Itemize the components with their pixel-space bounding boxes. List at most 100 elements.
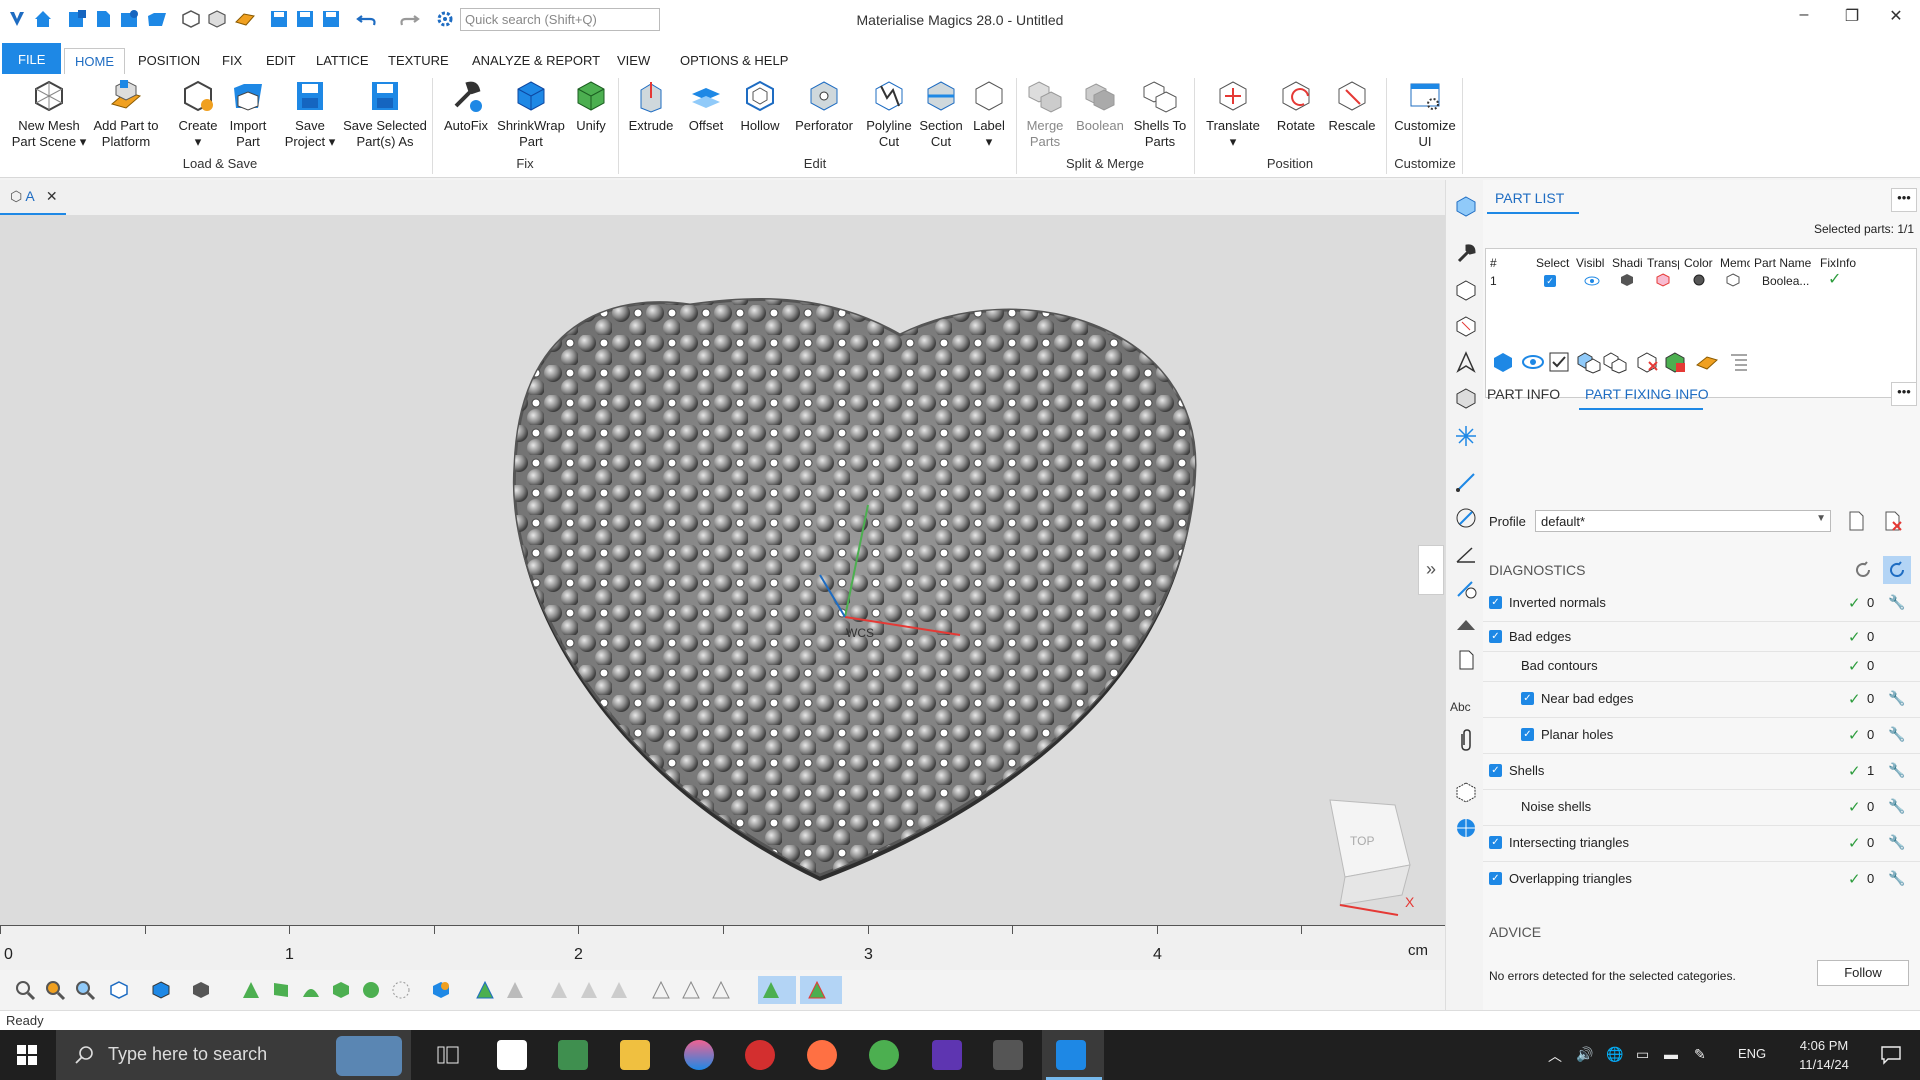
checkbox[interactable]: ✓ — [1489, 872, 1502, 885]
display-icon[interactable]: ▭ — [1636, 1046, 1649, 1063]
language-indicator[interactable]: ENG — [1738, 1046, 1766, 1061]
tab-file[interactable]: FILE — [2, 43, 62, 74]
zoom-icon[interactable] — [14, 979, 36, 1001]
close-button[interactable]: ✕ — [1876, 6, 1916, 26]
invert-marking-icon[interactable] — [608, 979, 630, 1001]
network-icon[interactable]: 🌐 — [1606, 1046, 1623, 1063]
fix-wrench-icon[interactable]: 🔧 — [1888, 834, 1905, 851]
plane-select-icon[interactable] — [270, 979, 292, 1001]
save-project-button[interactable]: Save Project ▾ — [280, 78, 340, 150]
heart-lattice-part[interactable]: WCS TOP X — [0, 215, 1445, 925]
fix-wrench-icon[interactable]: 🔧 — [1888, 870, 1905, 887]
taskbar-app-file-explorer[interactable] — [620, 1040, 650, 1070]
save-selected-parts-button[interactable]: Save Selected Part(s) As — [340, 78, 430, 150]
perspective-icon[interactable] — [150, 979, 172, 1001]
part-color-palette-icon[interactable] — [1663, 350, 1687, 374]
taskbar-app-chrome[interactable] — [869, 1040, 899, 1070]
windows-start-icon[interactable] — [16, 1044, 38, 1066]
section-cut-button[interactable]: Section Cut — [916, 78, 966, 150]
memo-icon[interactable] — [1726, 273, 1740, 287]
checkbox[interactable]: ✓ — [1489, 596, 1502, 609]
label-button[interactable]: Label ▾ — [966, 78, 1012, 150]
transparency-icon[interactable] — [1656, 273, 1670, 287]
profile-select[interactable]: default* ▼ — [1535, 510, 1831, 532]
tab-options-help[interactable]: OPTIONS & HELP — [670, 48, 798, 74]
extrude-button[interactable]: Extrude — [624, 78, 678, 134]
shells-to-parts-button[interactable]: Shells To Parts — [1130, 78, 1190, 150]
diag-row-near-bad-edges[interactable]: ✓ Near bad edges ✓ 0 🔧 — [1483, 682, 1920, 718]
document-tab-a[interactable]: ⬡ A ✕ — [10, 188, 58, 205]
notification-icon[interactable] — [1880, 1044, 1902, 1066]
unmark-icon[interactable] — [548, 979, 570, 1001]
measure-part-icon[interactable] — [1454, 314, 1478, 338]
table-row[interactable]: 1 ✓ Boolea... ✓ — [1486, 267, 1916, 288]
mark-plane-icon[interactable] — [504, 979, 526, 1001]
navigate-icon[interactable] — [1454, 350, 1478, 374]
tab-lattice[interactable]: LATTICE — [306, 48, 379, 74]
taskbar-app-m[interactable] — [993, 1040, 1023, 1070]
fix-wrench-icon[interactable]: 🔧 — [1888, 690, 1905, 707]
document-icon[interactable] — [1454, 648, 1478, 672]
diag-row-bad-edges[interactable]: ✓ Bad edges ✓ 0 — [1483, 622, 1920, 652]
measure-info-icon[interactable] — [1454, 576, 1478, 600]
visibility-toggle-icon[interactable] — [1521, 350, 1545, 374]
row-select-checkbox[interactable]: ✓ — [1544, 275, 1556, 287]
document-tab-close-button[interactable]: ✕ — [46, 188, 58, 204]
lattice-cube-icon[interactable] — [1454, 780, 1478, 804]
shading-cube-icon[interactable] — [1620, 273, 1634, 287]
autofix-button[interactable]: AutoFix — [440, 78, 492, 134]
tab-part-fixing-info[interactable]: PART FIXING INFO — [1585, 386, 1709, 402]
shell-select-icon[interactable] — [330, 979, 352, 1001]
view-orientation-icon[interactable] — [108, 979, 130, 1001]
diag-row-inverted-normals[interactable]: ✓ Inverted normals ✓ 0 🔧 — [1483, 586, 1920, 622]
part-list-more-button[interactable]: ••• — [1891, 188, 1917, 212]
part-info-icon[interactable] — [1454, 278, 1478, 302]
new-mesh-part-scene-button[interactable]: New Mesh Part Scene ▾ — [8, 78, 90, 150]
taskbar-app-inkscape[interactable] — [497, 1040, 527, 1070]
part-list-icon[interactable] — [1454, 194, 1478, 218]
boolean-button[interactable]: Boolean — [1074, 78, 1126, 134]
fix-wrench-icon[interactable]: 🔧 — [1888, 726, 1905, 743]
taskbar-search[interactable]: Type here to search — [56, 1030, 411, 1080]
merge-parts-button[interactable]: Merge Parts — [1020, 78, 1070, 150]
checkbox[interactable]: ✓ — [1489, 630, 1502, 643]
part-color-icon[interactable] — [430, 979, 452, 1001]
checkbox[interactable]: ✓ — [1521, 692, 1534, 705]
fix-wrench-icon[interactable]: 🔧 — [1888, 762, 1905, 779]
taskbar-app-calculator[interactable] — [558, 1040, 588, 1070]
tab-position[interactable]: POSITION — [128, 48, 210, 74]
checkbox[interactable]: ✓ — [1521, 728, 1534, 741]
measure-angle-icon[interactable] — [1454, 542, 1478, 566]
fix-wrench-icon[interactable]: 🔧 — [1888, 594, 1905, 611]
perforator-button[interactable]: Perforator — [788, 78, 860, 134]
task-view-icon[interactable] — [436, 1044, 460, 1066]
diag-row-overlapping-triangles[interactable]: ✓ Overlapping triangles ✓ 0 🔧 — [1483, 862, 1920, 898]
mark-by-icon[interactable] — [710, 979, 732, 1001]
sphere-select-icon[interactable] — [360, 979, 382, 1001]
save-profile-icon[interactable] — [1845, 510, 1867, 532]
add-part-to-platform-button[interactable]: Add Part to Platform — [88, 78, 164, 150]
checkbox[interactable]: ✓ — [1489, 764, 1502, 777]
battery-icon[interactable]: ▬ — [1664, 1046, 1678, 1062]
mark-triangle-icon[interactable] — [474, 979, 496, 1001]
import-part-button[interactable]: Import Part — [222, 78, 274, 150]
follow-button[interactable]: Follow — [1817, 960, 1909, 986]
diag-row-shells[interactable]: ✓ Shells ✓ 1 🔧 — [1483, 754, 1920, 790]
taskbar-app-firefox[interactable] — [807, 1040, 837, 1070]
rescale-button[interactable]: Rescale — [1324, 78, 1380, 134]
list-settings-icon[interactable] — [1727, 350, 1751, 374]
refresh-icon[interactable] — [1853, 560, 1873, 580]
group-parts-icon[interactable] — [1577, 350, 1601, 374]
pen-icon[interactable]: ✎ — [1694, 1046, 1706, 1063]
polyline-cut-button[interactable]: Polyline Cut — [862, 78, 916, 150]
color-swatch-icon[interactable] — [1692, 273, 1706, 287]
auto-update-toggle[interactable] — [1883, 556, 1911, 584]
expand-marking-icon[interactable] — [650, 979, 672, 1001]
select-all-icon[interactable] — [1547, 350, 1571, 374]
unify-button[interactable]: Unify — [568, 78, 614, 134]
ungroup-parts-icon[interactable] — [1603, 350, 1627, 374]
platform-part-icon[interactable] — [1695, 350, 1719, 374]
scene-part-icon[interactable] — [1454, 386, 1478, 410]
unmark-all-icon[interactable] — [578, 979, 600, 1001]
unload-part-icon[interactable] — [1635, 350, 1659, 374]
